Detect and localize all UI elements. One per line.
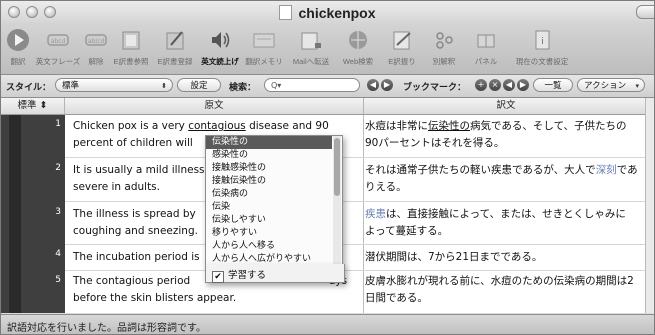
web-search-icon xyxy=(349,31,367,49)
row-number: 2 xyxy=(55,163,61,173)
app-window: chickenpox 翻訳 abcd 英文フレーズ ab|cd 解除 E訳書参照… xyxy=(0,0,655,335)
search-label: 検索： xyxy=(229,83,257,93)
selected-word[interactable]: contagious xyxy=(188,120,246,132)
column-style-header[interactable]: 標準 ⬍ xyxy=(1,98,65,114)
style-bar: スタイル： 標準 ⬍ 設定 検索： Q▾ ◀ ▶ ブックマーク： + × ◀ ▶ … xyxy=(1,75,654,98)
document-settings-icon: i xyxy=(535,30,550,50)
translation-candidates-dropdown: 伝染性の 感染性の 接触感染性の 接触伝染性の 伝染病の 伝染 伝染しやすい 移… xyxy=(205,135,343,265)
svg-text:abcd: abcd xyxy=(51,38,66,45)
title-bar: chickenpox xyxy=(1,1,654,25)
mail-forward-button[interactable]: Mailへ転送 xyxy=(288,27,334,73)
list-button[interactable]: 一覧 xyxy=(533,78,573,92)
bookmark-prev-button[interactable]: ◀ xyxy=(503,79,515,91)
panel-icon xyxy=(477,34,495,48)
style-label: スタイル： xyxy=(6,83,52,93)
svg-text:ab|cd: ab|cd xyxy=(88,38,105,45)
bookmark-add-button[interactable]: + xyxy=(475,79,487,91)
dropdown-scrollbar[interactable] xyxy=(333,136,341,264)
prev-result-button[interactable]: ◀ xyxy=(367,79,379,91)
read-aloud-button[interactable]: 英文読上げ xyxy=(198,27,242,73)
action-button[interactable]: アクション ▾ xyxy=(577,78,645,92)
translation-memory-button[interactable]: 翻訳メモリ xyxy=(244,27,284,73)
candidate-item[interactable]: 感染性の xyxy=(206,149,332,162)
search-input[interactable]: Q▾ xyxy=(264,78,360,92)
candidate-item[interactable]: 人から人へ移る xyxy=(206,240,332,253)
style-popup[interactable]: 標準 ⬍ xyxy=(55,78,173,92)
bookmark-label: ブックマーク： xyxy=(403,83,467,93)
column-source-header[interactable]: 原文 xyxy=(65,98,364,114)
translation-cell[interactable]: 水痘は非常に伝染性の病気である、そして、子供たちの 90パーセントはそれを得る。 xyxy=(365,118,645,152)
window-title: chickenpox xyxy=(1,5,654,21)
scroll-thumb[interactable] xyxy=(334,138,340,196)
candidate-item[interactable]: 伝染しやすい xyxy=(206,214,332,227)
translation-cell[interactable]: 皮膚水膨れが現れる前に、水痘のための伝染病の期間は2 日間である。 xyxy=(365,273,645,307)
svg-text:i: i xyxy=(541,37,544,47)
dictionary-register-button[interactable]: E訳書登録 xyxy=(154,27,196,73)
learn-checkbox[interactable]: ✔ xyxy=(212,271,224,283)
column-translation-header[interactable]: 訳文 xyxy=(364,98,649,114)
table-row[interactable]: Chicken pox is a very contagious disease… xyxy=(65,115,649,158)
mail-icon xyxy=(301,32,321,50)
speaker-icon xyxy=(212,32,230,48)
candidate-item[interactable]: 接触伝染性の xyxy=(206,175,332,188)
translation-cell[interactable]: 潜伏期間は、7から21日までである。 xyxy=(365,249,645,266)
table-header: 標準 ⬍ 原文 訳文 xyxy=(1,98,649,115)
line-number-gutter: 1 2 3 4 5 xyxy=(1,115,65,313)
phrase-icon: abcd xyxy=(47,34,69,46)
unlink-icon: ab|cd xyxy=(85,34,107,46)
register-icon xyxy=(166,31,184,50)
row-number: 1 xyxy=(55,119,61,129)
bookmark-remove-button[interactable]: × xyxy=(489,79,501,91)
alternate-button[interactable]: 別解釈 xyxy=(424,27,464,73)
toolbar-toggle-button[interactable] xyxy=(636,5,654,19)
table-row[interactable]: The illness is spread by coughing and sn… xyxy=(65,202,649,245)
row-number: 3 xyxy=(55,207,61,217)
vertical-scrollbar[interactable] xyxy=(645,98,654,313)
settings-button[interactable]: 設定 xyxy=(177,78,221,92)
table-row[interactable]: The contagious periodays before the skin… xyxy=(65,271,649,313)
candidate-item[interactable]: 移りやすい xyxy=(206,227,332,240)
document-settings-button[interactable]: i 現在の文書設定 xyxy=(508,27,576,73)
row-number: 5 xyxy=(55,275,61,285)
candidate-item[interactable]: 伝染 xyxy=(206,201,332,214)
status-bar: 訳語対応を行いました。品詞は形容詞です。 xyxy=(1,314,654,334)
table-row[interactable]: The incubation period is 潜伏期間は、7から21日までで… xyxy=(65,245,649,271)
table-row[interactable]: It is usually a mild illness severe in a… xyxy=(65,158,649,202)
learn-option: ✔ 学習する xyxy=(205,264,345,283)
book-icon xyxy=(122,31,140,50)
edit-icon xyxy=(393,31,411,50)
panel-button[interactable]: パネル xyxy=(466,27,506,73)
unlink-button[interactable]: ab|cd 解除 xyxy=(83,27,109,73)
bookmark-next-button[interactable]: ▶ xyxy=(517,79,529,91)
popup-arrows-icon: ⬍ xyxy=(161,82,167,90)
learn-label: 学習する xyxy=(228,270,267,281)
chevron-down-icon: ▾ xyxy=(635,82,639,90)
translation-cell[interactable]: それは通常子供たちの軽い疾患であるが、大人で深刻であ りえる。 xyxy=(365,162,645,196)
memory-icon xyxy=(253,33,275,48)
candidate-item[interactable]: 伝染性の xyxy=(206,136,332,149)
play-icon xyxy=(7,29,29,51)
dictionary-lookup-button[interactable]: E訳書参照 xyxy=(111,27,151,73)
row-number: 4 xyxy=(55,249,61,259)
toolbar: 翻訳 abcd 英文フレーズ ab|cd 解除 E訳書参照 E訳書登録 英文読上… xyxy=(1,25,654,75)
translation-cell[interactable]: 疾患は、直接接触によって、または、せきとくしゃみに よって蔓延する。 xyxy=(365,206,645,240)
status-message: 訳語対応を行いました。品詞は形容詞です。 xyxy=(7,323,206,334)
translate-button[interactable]: 翻訳 xyxy=(3,27,33,73)
next-result-button[interactable]: ▶ xyxy=(381,79,393,91)
furigana-button[interactable]: E訳振り xyxy=(382,27,422,73)
phrase-button[interactable]: abcd 英文フレーズ xyxy=(35,27,81,73)
web-search-button[interactable]: Web検索 xyxy=(336,27,380,73)
document-icon xyxy=(279,5,293,20)
candidate-item[interactable]: 接触感染性の xyxy=(206,162,332,175)
candidate-item[interactable]: 伝染病の xyxy=(206,188,332,201)
alternate-icon xyxy=(436,32,453,49)
